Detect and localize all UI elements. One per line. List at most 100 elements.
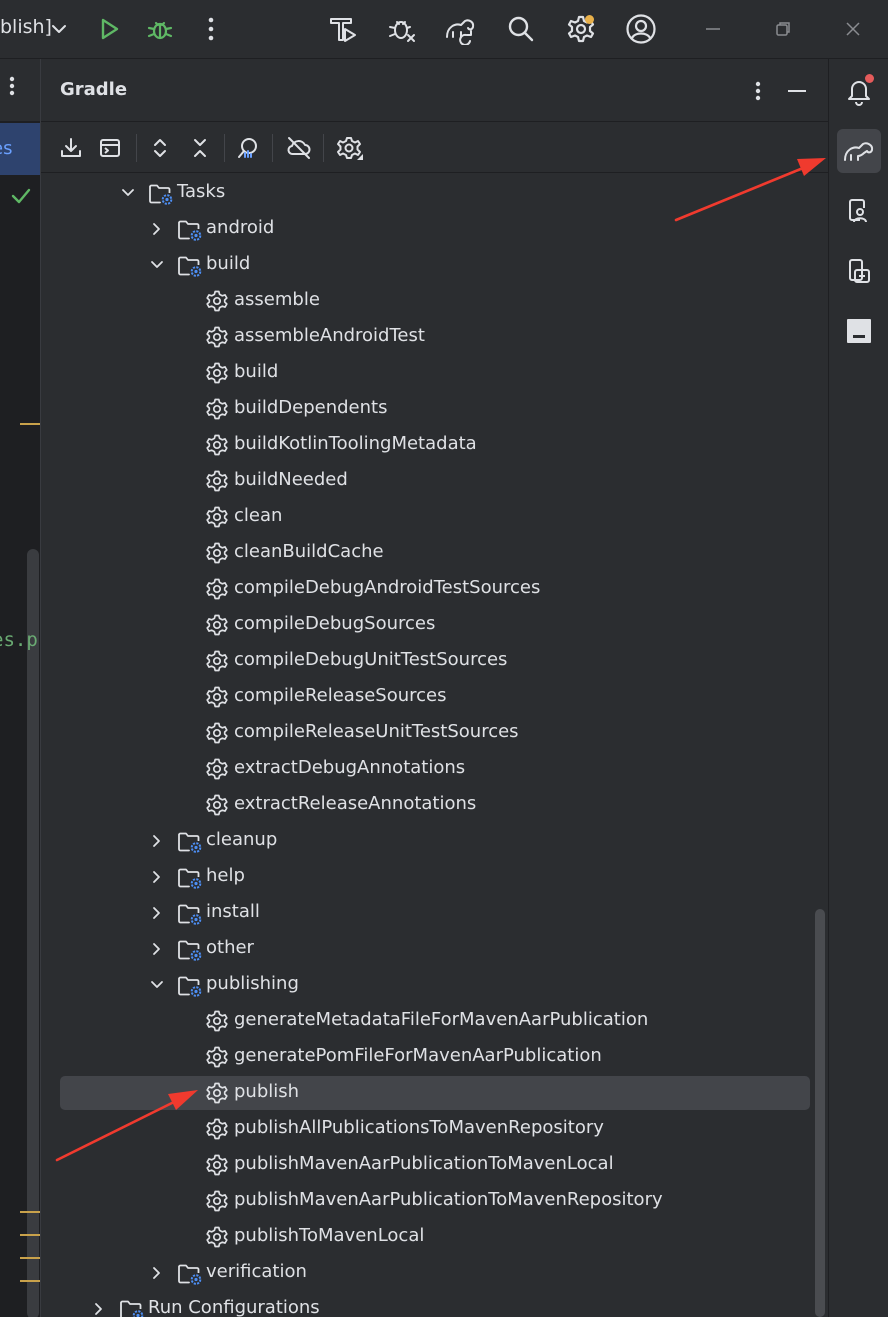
notifications-icon[interactable] bbox=[837, 69, 881, 113]
task-label: assemble bbox=[234, 289, 320, 310]
tree-scrollbar[interactable] bbox=[815, 909, 825, 1317]
task-item[interactable]: publishMavenAarPublicationToMavenReposit… bbox=[41, 1184, 811, 1218]
gear-icon bbox=[205, 1117, 229, 1141]
terminal-icon[interactable] bbox=[837, 309, 881, 353]
task-item[interactable]: buildNeeded bbox=[41, 464, 811, 498]
chevron-right-icon[interactable] bbox=[149, 1265, 165, 1281]
group-label: Run Configurations bbox=[148, 1297, 320, 1317]
gradle-toolbar bbox=[41, 121, 828, 173]
analyze-dependencies-icon[interactable] bbox=[234, 134, 262, 162]
task-label: build bbox=[234, 361, 279, 382]
folder-icon bbox=[148, 181, 174, 207]
running-devices-icon[interactable] bbox=[837, 249, 881, 293]
tree-group-publishing[interactable]: publishing bbox=[41, 968, 811, 1002]
download-sources-icon[interactable] bbox=[57, 134, 85, 162]
task-item[interactable]: buildKotlinToolingMetadata bbox=[41, 428, 811, 462]
code-fragment: es.p bbox=[0, 629, 38, 651]
group-label: help bbox=[206, 865, 245, 886]
folder-icon bbox=[177, 1261, 203, 1287]
chevron-right-icon[interactable] bbox=[149, 941, 165, 957]
task-label: clean bbox=[234, 505, 283, 526]
close-icon[interactable] bbox=[836, 12, 870, 46]
minimize-icon[interactable] bbox=[696, 12, 730, 46]
chevron-right-icon[interactable] bbox=[149, 833, 165, 849]
tree-group-tasks[interactable]: Tasks bbox=[41, 176, 811, 210]
task-label: buildKotlinToolingMetadata bbox=[234, 433, 477, 454]
task-item[interactable]: compileDebugSources bbox=[41, 608, 811, 642]
chevron-down-icon[interactable] bbox=[149, 257, 165, 273]
debug-icon[interactable] bbox=[143, 12, 177, 46]
tree-group-verification[interactable]: verification bbox=[41, 1256, 811, 1290]
chevron-right-icon[interactable] bbox=[91, 1301, 107, 1317]
chevron-down-icon[interactable] bbox=[149, 977, 165, 993]
task-item[interactable]: extractReleaseAnnotations bbox=[41, 788, 811, 822]
gear-icon bbox=[205, 325, 229, 349]
task-label: assembleAndroidTest bbox=[234, 325, 425, 346]
bug-icon[interactable] bbox=[385, 12, 419, 46]
task-label: compileDebugSources bbox=[234, 613, 436, 634]
task-item[interactable]: generatePomFileForMavenAarPublication bbox=[41, 1040, 811, 1074]
tree-group-cleanup[interactable]: cleanup bbox=[41, 824, 811, 858]
gradle-icon[interactable] bbox=[837, 129, 881, 173]
tree-group-install[interactable]: install bbox=[41, 896, 811, 930]
task-item[interactable]: compileReleaseUnitTestSources bbox=[41, 716, 811, 750]
gradle-settings-icon[interactable] bbox=[335, 134, 363, 162]
tree-group-other[interactable]: other bbox=[41, 932, 811, 966]
more-icon[interactable] bbox=[194, 12, 228, 46]
search-icon[interactable] bbox=[504, 12, 538, 46]
gear-icon bbox=[205, 757, 229, 781]
account-icon[interactable] bbox=[624, 12, 658, 46]
gear-icon bbox=[205, 289, 229, 313]
task-item[interactable]: publishAllPublicationsToMavenRepository bbox=[41, 1112, 811, 1146]
gear-icon bbox=[205, 469, 229, 493]
chevron-right-icon[interactable] bbox=[149, 221, 165, 237]
editor-strip: es es.p bbox=[0, 59, 41, 1317]
folder-icon bbox=[177, 865, 203, 891]
task-item[interactable]: buildDependents bbox=[41, 392, 811, 426]
settings-icon[interactable] bbox=[564, 12, 598, 46]
tree-group-android[interactable]: android bbox=[41, 212, 811, 246]
collapse-all-icon[interactable] bbox=[186, 134, 214, 162]
task-label: compileDebugAndroidTestSources bbox=[234, 577, 541, 598]
run-task-icon[interactable] bbox=[96, 134, 124, 162]
task-item[interactable]: compileDebugUnitTestSources bbox=[41, 644, 811, 678]
hide-panel-icon[interactable] bbox=[785, 79, 809, 103]
title-bar: blish] bbox=[0, 0, 888, 59]
more-icon[interactable] bbox=[748, 79, 768, 103]
tree-group-build[interactable]: build bbox=[41, 248, 811, 282]
task-item[interactable]: generateMetadataFileForMavenAarPublicati… bbox=[41, 1004, 811, 1038]
task-item[interactable]: compileDebugAndroidTestSources bbox=[41, 572, 811, 606]
task-item-publish[interactable]: publish bbox=[41, 1076, 811, 1110]
task-item[interactable]: cleanBuildCache bbox=[41, 536, 811, 570]
editor-tab[interactable]: es bbox=[0, 123, 40, 175]
tree-group-run-configurations[interactable]: Run Configurations bbox=[41, 1292, 811, 1317]
run-configuration-label[interactable]: blish] bbox=[0, 16, 52, 38]
device-manager-icon[interactable] bbox=[837, 189, 881, 233]
gear-icon bbox=[205, 793, 229, 817]
change-marker bbox=[20, 423, 40, 425]
gradle-sync-icon[interactable] bbox=[444, 12, 478, 46]
task-item[interactable]: publishToMavenLocal bbox=[41, 1220, 811, 1254]
editor-scrollbar[interactable] bbox=[27, 549, 39, 1317]
chevron-down-icon[interactable] bbox=[120, 185, 136, 201]
offline-mode-icon[interactable] bbox=[285, 134, 313, 162]
expand-all-icon[interactable] bbox=[146, 134, 174, 162]
gear-icon bbox=[205, 1153, 229, 1177]
task-item[interactable]: build bbox=[41, 356, 811, 390]
task-label: publishToMavenLocal bbox=[234, 1225, 425, 1246]
task-item[interactable]: assemble bbox=[41, 284, 811, 318]
task-item[interactable]: assembleAndroidTest bbox=[41, 320, 811, 354]
chevron-right-icon[interactable] bbox=[149, 905, 165, 921]
build-icon[interactable] bbox=[326, 12, 360, 46]
chevron-right-icon[interactable] bbox=[149, 869, 165, 885]
task-item[interactable]: clean bbox=[41, 500, 811, 534]
gear-icon bbox=[205, 1009, 229, 1033]
restore-icon[interactable] bbox=[766, 12, 800, 46]
task-item[interactable]: compileReleaseSources bbox=[41, 680, 811, 714]
tree-group-help[interactable]: help bbox=[41, 860, 811, 894]
chevron-down-icon[interactable] bbox=[48, 18, 70, 40]
run-icon[interactable] bbox=[92, 12, 126, 46]
more-icon[interactable] bbox=[2, 73, 22, 99]
task-item[interactable]: extractDebugAnnotations bbox=[41, 752, 811, 786]
task-item[interactable]: publishMavenAarPublicationToMavenLocal bbox=[41, 1148, 811, 1182]
